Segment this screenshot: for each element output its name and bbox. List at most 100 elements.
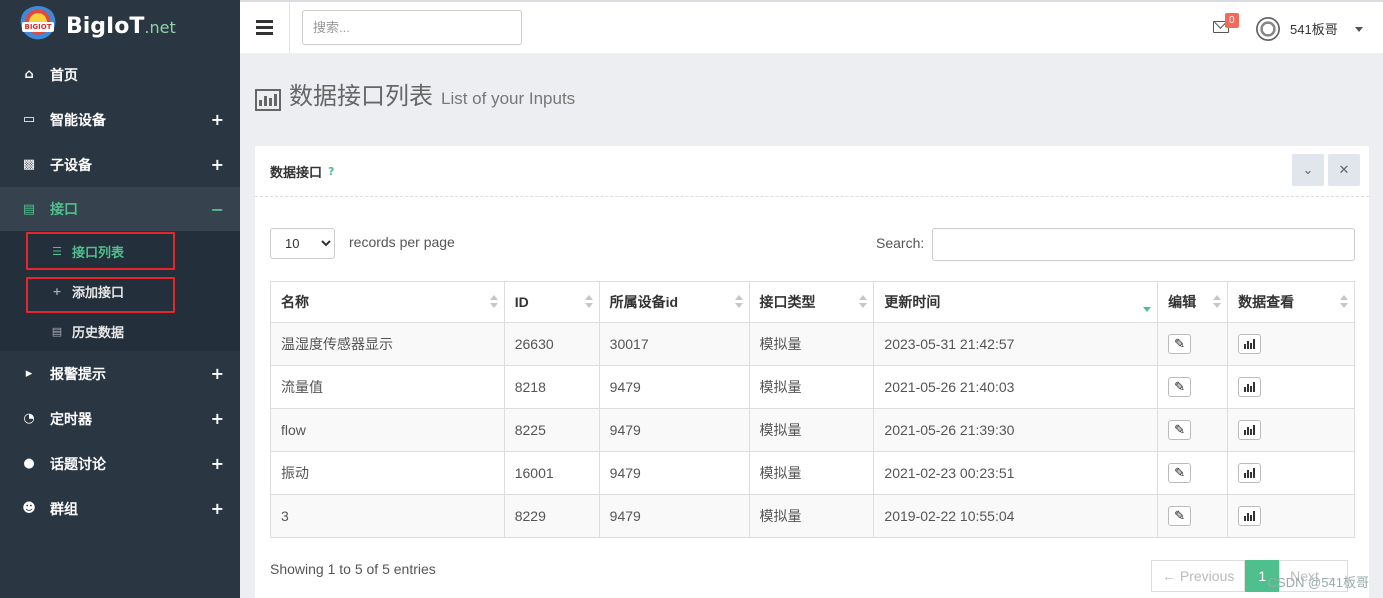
watermark: CSDN @541板哥 (1267, 575, 1369, 590)
column-header-device-id[interactable]: 所属设备id (598, 281, 750, 323)
cell-view (1227, 365, 1355, 409)
help-icon[interactable]: ? (328, 165, 334, 178)
edit-pencil-icon[interactable] (1168, 506, 1192, 526)
edit-pencil-icon[interactable] (1168, 377, 1192, 397)
cell-view (1227, 408, 1355, 452)
cell-type: 模拟量 (748, 322, 875, 366)
chevron-down-icon[interactable] (1355, 27, 1363, 32)
column-header-view[interactable]: 数据查看 (1227, 281, 1355, 323)
edit-pencil-icon[interactable] (1168, 420, 1192, 440)
sidebar-item-interfaces[interactable]: ▤ 接口 − (0, 187, 240, 231)
list-icon: ☰ (52, 244, 62, 258)
sidebar-item-home[interactable]: ⌂ 首页 (0, 52, 240, 97)
expand-icon: + (210, 454, 224, 473)
sidebar-item-devices[interactable]: ▭ 智能设备 + (0, 97, 240, 142)
column-header-updated[interactable]: 更新时间 (873, 281, 1159, 323)
cell-edit (1157, 408, 1229, 452)
table-row: 流量值 8218 9479 模拟量 2021-05-26 21:40:03 (270, 365, 1355, 409)
cell-updated: 2019-02-22 10:55:04 (873, 494, 1159, 538)
cell-id: 26630 (503, 322, 600, 366)
brand-logo[interactable]: BIGIOT BigIoT.net (0, 0, 240, 52)
sidebar-item-timers[interactable]: ◔ 定时器 + (0, 396, 240, 441)
view-data-chart-icon[interactable] (1238, 377, 1262, 397)
sort-desc-icon (1143, 295, 1152, 312)
collapse-button[interactable]: ⌄ (1292, 154, 1324, 186)
column-header-id[interactable]: ID (503, 281, 600, 323)
sidebar: BIGIOT BigIoT.net ⌂ 首页 ▭ 智能设备 + ▩ 子设备 + … (0, 0, 240, 598)
cell-device-id: 9479 (598, 494, 750, 538)
plus-icon: + (52, 284, 62, 298)
cell-type: 模拟量 (748, 494, 875, 538)
cell-name: 温湿度传感器显示 (270, 322, 505, 366)
table-header-row: 名称 ID 所属设备id 接口类型 更新时间 编辑 数据查看 (270, 281, 1355, 323)
user-name[interactable]: 541板哥 (1290, 19, 1338, 38)
table-search-input[interactable] (932, 228, 1355, 261)
page-title: 数据接口列表 List of your Inputs (255, 76, 575, 111)
table-row: 温湿度传感器显示 26630 30017 模拟量 2023-05-31 21:42:57 (270, 322, 1355, 366)
top-bar: 0 541板哥 (240, 0, 1383, 53)
column-header-edit[interactable]: 编辑 (1157, 281, 1229, 323)
bar-chart-icon (255, 89, 281, 111)
avatar[interactable] (1256, 17, 1280, 41)
expand-icon: + (210, 499, 224, 518)
view-data-chart-icon[interactable] (1238, 506, 1262, 526)
home-icon: ⌂ (24, 67, 34, 82)
expand-icon: + (210, 110, 224, 129)
view-data-chart-icon[interactable] (1238, 420, 1262, 440)
sidebar-item-subdevices[interactable]: ▩ 子设备 + (0, 142, 240, 187)
cell-updated: 2021-05-26 21:39:30 (873, 408, 1159, 452)
expand-icon: + (210, 409, 224, 428)
logo-icon: BIGIOT (18, 6, 58, 46)
cell-id: 16001 (503, 451, 600, 495)
column-header-name[interactable]: 名称 (270, 281, 505, 323)
page-size-label: records per page (349, 234, 455, 250)
prev-page-button[interactable]: ← Previous (1151, 560, 1246, 592)
interfaces-table: 名称 ID 所属设备id 接口类型 更新时间 编辑 数据查看 温湿度传感器显示 2… (270, 281, 1355, 538)
table-info: Showing 1 to 5 of 5 entries (270, 561, 436, 577)
sidebar-subitem-interface-list[interactable]: ☰ 接口列表 (0, 231, 240, 271)
sort-icon (584, 295, 593, 309)
column-header-type[interactable]: 接口类型 (748, 281, 875, 323)
expand-icon: + (210, 364, 224, 383)
cell-view (1227, 322, 1355, 366)
edit-pencil-icon[interactable] (1168, 334, 1192, 354)
view-data-chart-icon[interactable] (1238, 463, 1262, 483)
sort-icon (1340, 295, 1348, 309)
menu-toggle-icon[interactable] (240, 2, 290, 53)
cell-type: 模拟量 (748, 408, 875, 452)
cell-device-id: 9479 (598, 451, 750, 495)
cell-id: 8229 (503, 494, 600, 538)
cell-device-id: 30017 (598, 322, 750, 366)
data-interface-panel: 数据接口 ? ⌄ ✕ 10 records per page Search: 名… (255, 146, 1369, 598)
sidebar-item-topics[interactable]: ● 话题讨论 + (0, 441, 240, 486)
cell-name: 流量值 (270, 365, 505, 409)
cell-device-id: 9479 (598, 365, 750, 409)
panel-title: 数据接口 (270, 165, 323, 181)
cell-view (1227, 494, 1355, 538)
sidebar-subitem-add-interface[interactable]: + 添加接口 (0, 271, 240, 311)
cell-id: 8225 (503, 408, 600, 452)
edit-pencil-icon[interactable] (1168, 463, 1192, 483)
brand-name: BigIoT.net (66, 13, 176, 39)
cell-updated: 2023-05-31 21:42:57 (873, 322, 1159, 366)
sort-icon (859, 295, 868, 309)
cell-type: 模拟量 (748, 451, 875, 495)
cell-name: 3 (270, 494, 505, 538)
cell-device-id: 9479 (598, 408, 750, 452)
clock-icon: ◔ (23, 411, 35, 426)
sort-icon (489, 295, 498, 309)
cell-name: 振动 (270, 451, 505, 495)
page-size-select[interactable]: 10 (270, 228, 335, 259)
view-data-chart-icon[interactable] (1238, 334, 1262, 354)
cell-updated: 2021-05-26 21:40:03 (873, 365, 1159, 409)
bar-chart-icon: ▤ (22, 201, 36, 217)
close-button[interactable]: ✕ (1328, 154, 1360, 186)
cell-name: flow (270, 408, 505, 452)
table-row: 3 8229 9479 模拟量 2019-02-22 10:55:04 (270, 494, 1355, 538)
cell-edit (1157, 494, 1229, 538)
search-input[interactable] (302, 10, 522, 45)
sidebar-subitem-history[interactable]: ▤ 历史数据 (0, 311, 240, 351)
sidebar-item-alarms[interactable]: ▸ 报警提示 + (0, 351, 240, 396)
mail-count-badge: 0 (1225, 13, 1239, 28)
sidebar-item-groups[interactable]: ☻ 群组 + (0, 486, 240, 531)
